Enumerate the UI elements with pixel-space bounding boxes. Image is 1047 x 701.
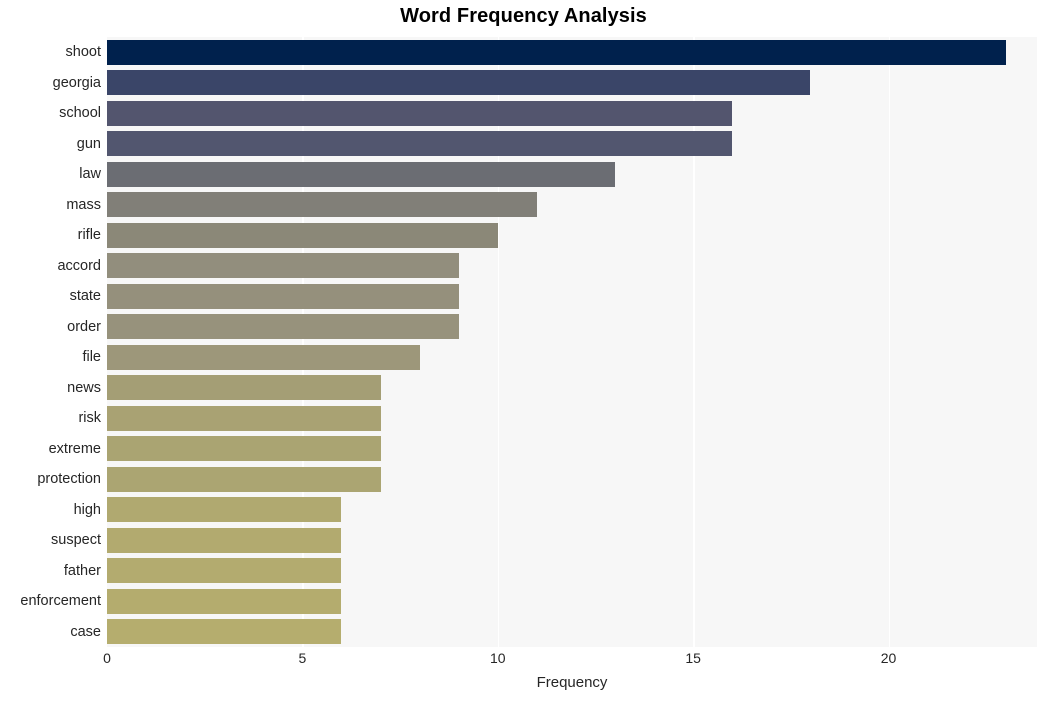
y-axis-tick-label: law	[79, 166, 101, 183]
y-axis-tick-labels: shoot georgia school gun law mass rifle accord s…	[0, 37, 101, 647]
y-axis-tick-label: shoot	[65, 44, 101, 61]
bar	[107, 619, 342, 645]
bar	[107, 39, 1006, 65]
y-axis-tick-label: risk	[78, 410, 101, 427]
y-axis-tick-label: father	[63, 562, 101, 579]
bar	[107, 70, 811, 96]
y-axis-tick-label: georgia	[52, 74, 101, 91]
x-axis-tick-label: 0	[103, 650, 111, 666]
gridline-vertical	[693, 37, 695, 647]
x-axis-tick-label: 15	[685, 650, 701, 666]
x-axis-tick-label: 10	[489, 650, 506, 666]
bar	[107, 405, 381, 431]
x-axis-tick-labels: 0 5 10 15 20	[0, 650, 1047, 674]
y-axis-tick-label: extreme	[48, 440, 101, 457]
x-axis-tick-label: 20	[880, 650, 897, 666]
y-axis-tick-label: protection	[37, 471, 101, 488]
bar	[107, 283, 459, 309]
plot-area	[107, 37, 1037, 647]
chart-figure: Word Frequency Analysis shoot georgia scho…	[0, 0, 1047, 701]
y-axis-tick-label: mass	[66, 196, 101, 213]
bar	[107, 466, 381, 492]
y-axis-tick-label: enforcement	[20, 593, 101, 610]
bar	[107, 588, 342, 614]
bar	[107, 344, 420, 370]
gridline-vertical	[302, 37, 304, 647]
bar	[107, 436, 381, 462]
y-axis-tick-label: order	[67, 318, 101, 335]
bar	[107, 222, 498, 248]
y-axis-tick-label: case	[70, 623, 101, 640]
bar	[107, 314, 459, 340]
bar	[107, 192, 537, 218]
bar	[107, 375, 381, 401]
y-axis-tick-label: school	[59, 105, 101, 122]
gridline-vertical	[888, 37, 890, 647]
bar	[107, 253, 459, 279]
x-axis-title: Frequency	[536, 674, 608, 691]
y-axis-tick-label: high	[73, 501, 101, 518]
y-axis-tick-label: news	[67, 379, 101, 396]
y-axis-tick-label: gun	[76, 135, 101, 152]
bar	[107, 558, 342, 584]
y-axis-tick-label: rifle	[77, 227, 101, 244]
bar	[107, 100, 733, 126]
y-axis-tick-label: suspect	[51, 532, 101, 549]
bar	[107, 527, 342, 553]
y-axis-tick-label: file	[82, 349, 101, 366]
gridline-vertical	[497, 37, 500, 647]
bar	[107, 131, 733, 157]
x-axis-tick-label: 5	[298, 650, 307, 666]
page-title: Word Frequency Analysis	[400, 5, 647, 27]
bar	[107, 497, 342, 523]
y-axis-tick-label: accord	[57, 257, 101, 274]
bar	[107, 161, 615, 187]
y-axis-tick-label: state	[69, 288, 101, 305]
